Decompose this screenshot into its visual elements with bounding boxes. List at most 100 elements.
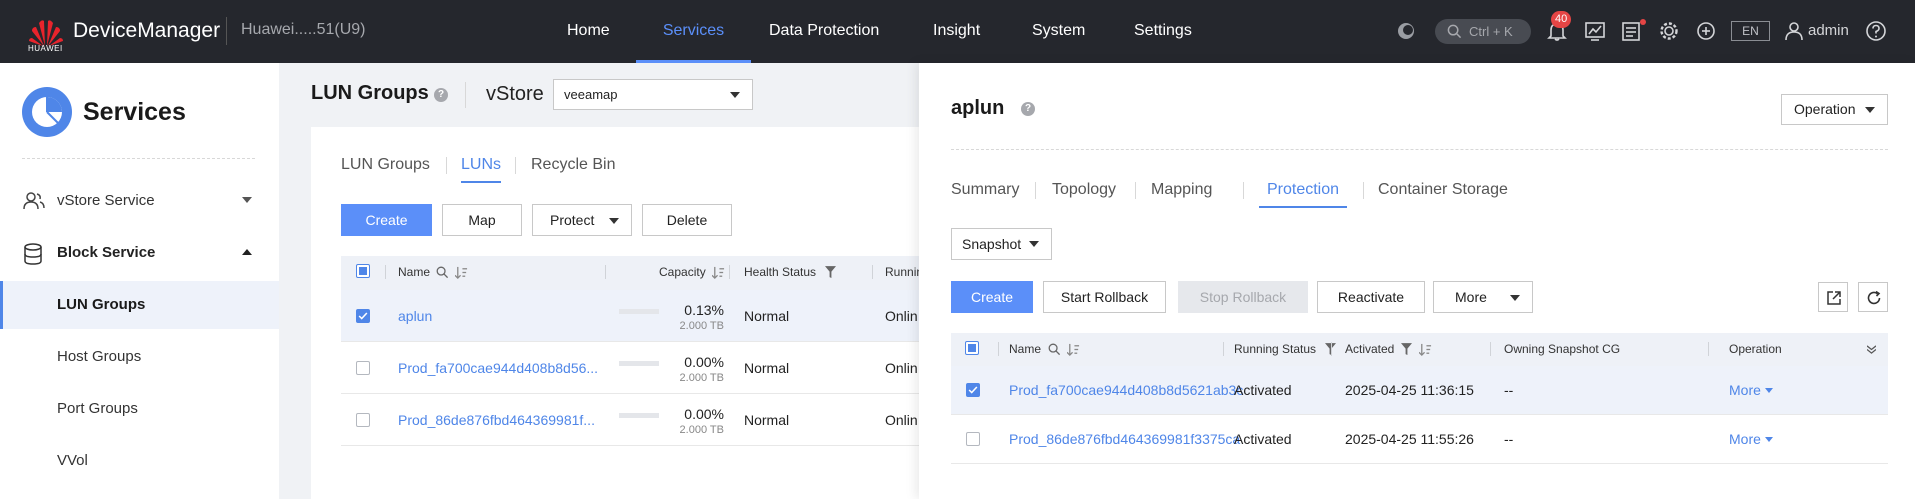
start-rollback-button[interactable]: Start Rollback <box>1043 281 1166 313</box>
tab-recycle-bin[interactable]: Recycle Bin <box>531 156 615 174</box>
column-divider <box>1331 342 1332 356</box>
tab-divider <box>1035 182 1036 199</box>
lun-name-link[interactable]: aplun <box>398 308 432 324</box>
column-settings-icon[interactable] <box>1867 345 1876 354</box>
operation-dropdown-label: Operation <box>1794 101 1856 117</box>
running-status: Activated <box>1234 382 1292 398</box>
column-divider <box>998 342 999 356</box>
nav-settings[interactable]: Settings <box>1134 0 1192 63</box>
user-icon[interactable] <box>1783 20 1805 42</box>
export-icon <box>1827 291 1841 305</box>
stop-rollback-button[interactable]: Stop Rollback <box>1178 281 1308 313</box>
protect-button[interactable]: Protect <box>532 204 632 236</box>
create-snapshot-button[interactable]: Create <box>951 281 1033 313</box>
sort-icon[interactable] <box>455 266 468 279</box>
table-row[interactable]: Prod_fa700cae944d408b8d5621ab3c Activated… <box>951 366 1888 415</box>
protection-type-select[interactable]: Snapshot <box>951 228 1052 260</box>
row-checkbox[interactable] <box>356 413 370 427</box>
top-navigation-bar: HUAWEI DeviceManager Huawei.....51(U9) H… <box>0 0 1915 63</box>
refresh-button[interactable] <box>1858 282 1888 312</box>
tab-topology[interactable]: Topology <box>1052 181 1116 199</box>
snapshot-name-link[interactable]: Prod_86de876fbd464369981f3375ca <box>1009 431 1240 447</box>
tab-mapping[interactable]: Mapping <box>1151 181 1212 199</box>
column-header-running-status: Running Status <box>1234 342 1317 356</box>
global-search[interactable]: Ctrl + K <box>1435 19 1531 44</box>
column-header-activated: Activated <box>1345 342 1395 356</box>
map-button[interactable]: Map <box>442 204 522 236</box>
column-header-owning-snapshot-cg: Owning Snapshot CG <box>1504 342 1621 356</box>
row-more-menu[interactable]: More <box>1729 382 1773 398</box>
reactivate-button[interactable]: Reactivate <box>1317 281 1425 313</box>
sidebar-item-lun-groups[interactable]: LUN Groups <box>0 281 279 329</box>
add-circle-icon[interactable] <box>1695 20 1717 42</box>
sort-icon[interactable] <box>1419 343 1432 356</box>
running-status: Activated <box>1234 431 1292 447</box>
nav-data-protection[interactable]: Data Protection <box>769 0 879 63</box>
help-icon[interactable] <box>1865 20 1887 42</box>
capacity-percent: 0.00% <box>684 354 724 370</box>
tab-lun-groups[interactable]: LUN Groups <box>341 156 430 174</box>
filter-icon[interactable] <box>1401 343 1412 356</box>
sidebar-item-vvol[interactable]: VVol <box>0 437 279 485</box>
task-list-icon[interactable] <box>1620 20 1642 42</box>
capacity-progress-bar <box>619 361 659 366</box>
sidebar-item-host-groups[interactable]: Host Groups <box>0 333 279 381</box>
sidebar-item-label: Host Groups <box>57 348 142 365</box>
select-all-checkbox[interactable] <box>356 264 370 278</box>
nav-home[interactable]: Home <box>567 0 610 63</box>
table-row[interactable]: Prod_fa700cae944d408b8d56... 0.00% 2.000 T… <box>341 342 921 394</box>
search-icon[interactable] <box>1048 343 1061 356</box>
sort-icon[interactable] <box>712 266 725 279</box>
theme-toggle-icon[interactable] <box>1395 20 1417 42</box>
sidebar-item-label: LUN Groups <box>57 296 146 313</box>
search-icon[interactable] <box>436 266 449 279</box>
lun-name-link[interactable]: Prod_fa700cae944d408b8d56... <box>398 360 598 376</box>
filter-icon[interactable] <box>825 266 836 279</box>
row-checkbox[interactable] <box>356 309 370 323</box>
nav-system[interactable]: System <box>1032 0 1085 63</box>
sort-icon[interactable] <box>1067 343 1080 356</box>
sidebar-item-label: vStore Service <box>57 192 155 209</box>
sidebar-item-vstore-service[interactable]: vStore Service <box>0 177 279 225</box>
gear-icon[interactable] <box>1658 20 1680 42</box>
operation-dropdown[interactable]: Operation <box>1781 94 1888 125</box>
lun-name-link[interactable]: Prod_86de876fbd464369981f... <box>398 412 595 428</box>
table-row[interactable]: Prod_86de876fbd464369981f... 0.00% 2.000 T… <box>341 394 921 446</box>
notification-count-badge: 40 <box>1551 11 1572 28</box>
delete-button[interactable]: Delete <box>642 204 732 236</box>
row-more-label: More <box>1729 382 1761 398</box>
more-actions-button[interactable]: More <box>1433 281 1533 313</box>
sidebar-item-port-groups[interactable]: Port Groups <box>0 385 279 433</box>
title-divider <box>465 82 466 108</box>
table-row[interactable]: Prod_86de876fbd464369981f3375ca Activated… <box>951 415 1888 464</box>
column-header-running-status: Runnin <box>885 265 924 279</box>
select-all-checkbox[interactable] <box>965 341 979 355</box>
nav-services[interactable]: Services <box>636 0 751 63</box>
nav-insight[interactable]: Insight <box>933 0 980 63</box>
row-checkbox[interactable] <box>966 432 980 446</box>
help-icon[interactable]: ? <box>434 88 448 102</box>
monitor-chart-icon[interactable] <box>1584 20 1606 42</box>
dropdown-arrow-icon <box>1029 241 1039 247</box>
create-lun-button[interactable]: Create <box>341 204 432 236</box>
sidebar-item-block-service[interactable]: Block Service <box>0 229 279 277</box>
sidebar-item-label: Block Service <box>57 244 156 261</box>
task-alert-dot <box>1640 19 1646 25</box>
table-row[interactable]: aplun 0.13% 2.000 TB Normal Onlin <box>341 290 921 342</box>
row-more-menu[interactable]: More <box>1729 431 1773 447</box>
language-switch[interactable]: EN <box>1731 21 1770 41</box>
user-name[interactable]: admin <box>1808 22 1849 39</box>
snapshot-name-link[interactable]: Prod_fa700cae944d408b8d5621ab3c <box>1009 382 1243 398</box>
help-icon[interactable]: ? <box>1021 102 1035 116</box>
tab-summary[interactable]: Summary <box>951 181 1019 199</box>
activated-time: 2025-04-25 11:36:15 <box>1345 382 1474 398</box>
vstore-select[interactable]: veeamap <box>553 79 753 110</box>
row-checkbox[interactable] <box>966 383 980 397</box>
tab-protection[interactable]: Protection <box>1248 181 1358 208</box>
export-button[interactable] <box>1818 282 1848 312</box>
huawei-logo-text: HUAWEI <box>28 44 63 53</box>
tab-container-storage[interactable]: Container Storage <box>1378 181 1508 199</box>
device-name[interactable]: Huawei.....51(U9) <box>241 21 366 39</box>
tab-luns[interactable]: LUNs <box>461 156 502 183</box>
row-checkbox[interactable] <box>356 361 370 375</box>
